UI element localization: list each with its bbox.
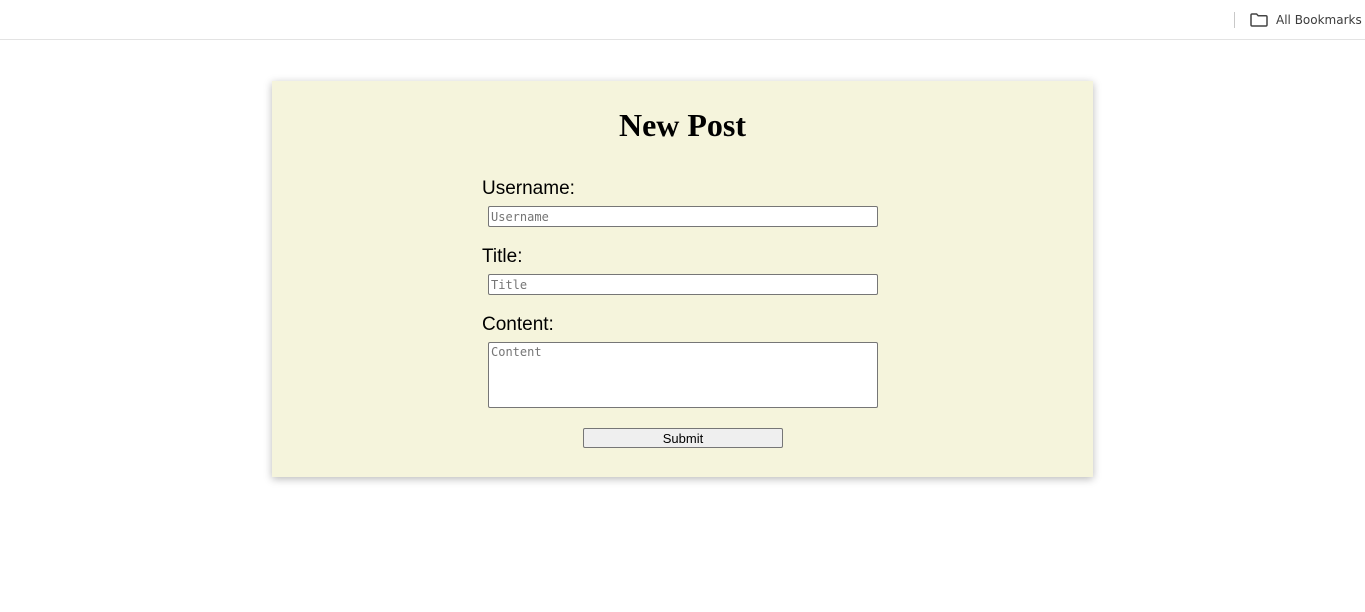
all-bookmarks-label: All Bookmarks bbox=[1276, 13, 1362, 27]
bookmarks-bar: All Bookmarks bbox=[0, 0, 1365, 40]
all-bookmarks-button[interactable]: All Bookmarks bbox=[1250, 10, 1362, 30]
content-textarea[interactable] bbox=[488, 342, 878, 408]
username-input[interactable] bbox=[488, 206, 878, 227]
new-post-card: New Post Username: Title: Content: Submi… bbox=[272, 81, 1093, 477]
folder-icon bbox=[1250, 13, 1268, 27]
title-input[interactable] bbox=[488, 274, 878, 295]
page-title: New Post bbox=[618, 107, 747, 143]
submit-button[interactable]: Submit bbox=[583, 428, 783, 448]
content-label: Content: bbox=[482, 314, 554, 335]
username-label: Username: bbox=[482, 178, 575, 199]
title-label: Title: bbox=[482, 246, 523, 267]
bookmarks-divider bbox=[1234, 12, 1235, 28]
